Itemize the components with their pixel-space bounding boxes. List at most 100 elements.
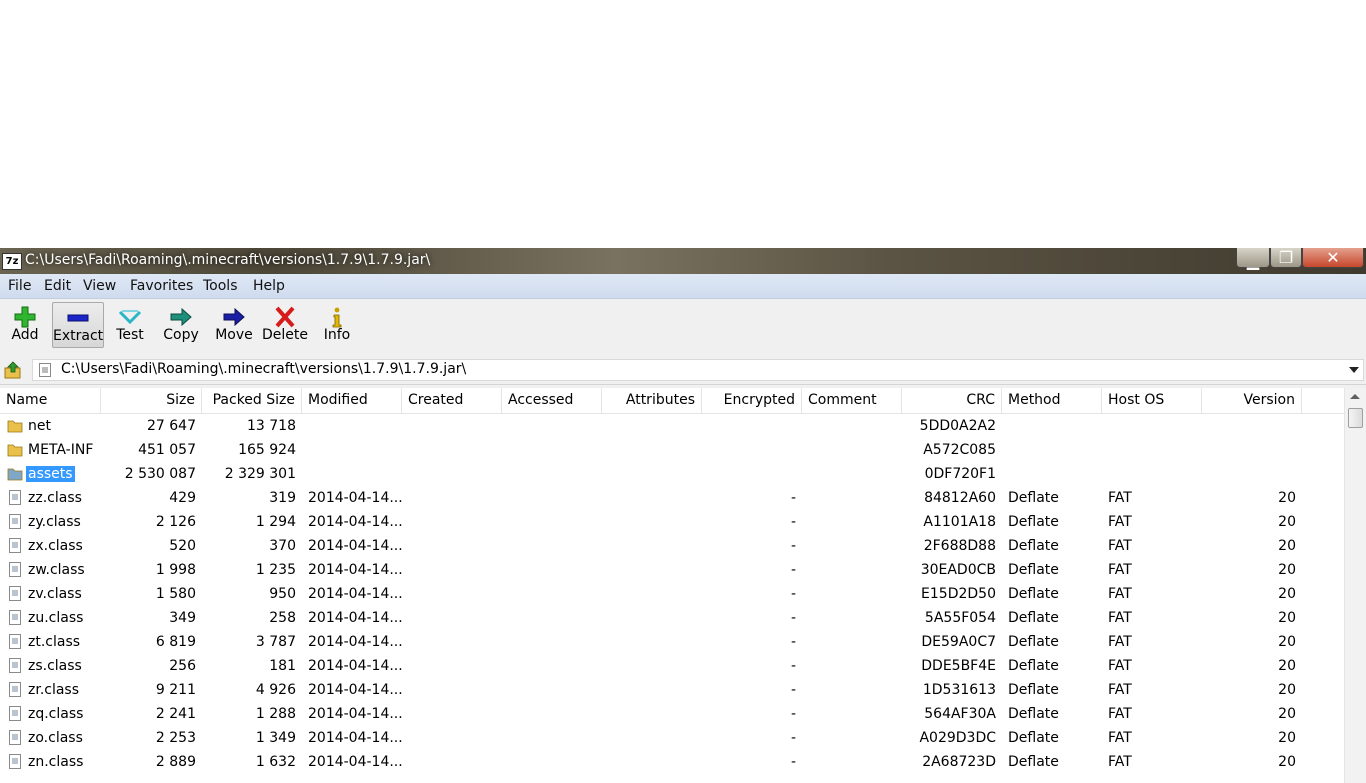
table-row[interactable]: zv.class 1 580 950 2014-04-14... - E15D2D50 De…	[0, 582, 1344, 606]
col-crc[interactable]: CRC	[902, 388, 1002, 413]
menu-help[interactable]: Help	[253, 278, 285, 294]
info-button[interactable]: Info	[320, 302, 354, 348]
cell-packed: 1 349	[255, 730, 296, 746]
table-row[interactable]: META-INF 451 057 165 924 A572C085	[0, 438, 1344, 462]
minimize-button[interactable]: ▁	[1236, 248, 1270, 269]
cell-encrypted	[702, 438, 802, 462]
cell-method: Deflate	[1008, 658, 1059, 674]
copy-label: Copy	[163, 327, 199, 343]
table-row[interactable]: assets 2 530 087 2 329 301 0DF720F1	[0, 462, 1344, 486]
cell-crc: 1D531613	[922, 682, 996, 698]
cell-modified: 2014-04-14...	[308, 538, 402, 554]
plus-icon	[14, 306, 36, 328]
table-row[interactable]: zq.class 2 241 1 288 2014-04-14... - 564AF30A…	[0, 702, 1344, 726]
extract-button[interactable]: Extract	[52, 302, 104, 348]
cell-name: zs.class	[28, 658, 82, 674]
col-created[interactable]: Created	[402, 388, 502, 413]
table-row[interactable]: net 27 647 13 718 5DD0A2A2	[0, 414, 1344, 438]
table-row[interactable]: zo.class 2 253 1 349 2014-04-14... - A029D3DC…	[0, 726, 1344, 750]
cell-encrypted: -	[790, 514, 796, 530]
table-row[interactable]: zy.class 2 126 1 294 2014-04-14... - A1101A18…	[0, 510, 1344, 534]
cell-packed: 3 787	[255, 634, 296, 650]
chevron-down-icon[interactable]	[1349, 367, 1359, 373]
folder-up-icon[interactable]	[4, 361, 22, 379]
menu-view[interactable]: View	[83, 278, 116, 294]
table-row[interactable]: zw.class 1 998 1 235 2014-04-14... - 30EAD0CB…	[0, 558, 1344, 582]
cell-version	[1202, 462, 1302, 486]
cell-host: FAT	[1108, 562, 1132, 578]
vertical-scrollbar[interactable]	[1344, 388, 1366, 783]
toolbar: Add Extract Test Copy Move Delete Info	[0, 299, 1366, 353]
cell-packed: 950	[269, 586, 296, 602]
cell-host: FAT	[1108, 610, 1132, 626]
cell-method	[1002, 414, 1102, 438]
table-row[interactable]: zs.class 256 181 2014-04-14... - DDE5BF4E Defl…	[0, 654, 1344, 678]
cell-modified: 2014-04-14...	[308, 586, 402, 602]
col-comment[interactable]: Comment	[802, 388, 902, 413]
copy-button[interactable]: Copy	[160, 302, 202, 348]
cell-host	[1102, 438, 1202, 462]
col-attributes[interactable]: Attributes	[602, 388, 702, 413]
cell-modified: 2014-04-14...	[308, 634, 402, 650]
cell-method: Deflate	[1008, 730, 1059, 746]
table-row[interactable]: zz.class 429 319 2014-04-14... - 84812A60 Defl…	[0, 486, 1344, 510]
scroll-up-icon[interactable]	[1350, 394, 1360, 399]
col-size[interactable]: Size	[101, 388, 202, 413]
cell-host: FAT	[1108, 538, 1132, 554]
cell-host	[1102, 414, 1202, 438]
cell-packed: 181	[269, 658, 296, 674]
menu-favorites[interactable]: Favorites	[130, 278, 193, 294]
delete-button[interactable]: Delete	[262, 302, 308, 348]
cell-name: zv.class	[28, 586, 82, 602]
title-bar[interactable]: 7z C:\Users\Fadi\Roaming\.minecraft\vers…	[0, 248, 1366, 274]
table-row[interactable]: zx.class 520 370 2014-04-14... - 2F688D88 Defl…	[0, 534, 1344, 558]
cell-version: 20	[1278, 658, 1296, 674]
cell-name: zo.class	[28, 730, 83, 746]
menu-file[interactable]: File	[8, 278, 31, 294]
cell-host: FAT	[1108, 754, 1132, 770]
col-accessed[interactable]: Accessed	[502, 388, 602, 413]
move-arrow-icon	[223, 307, 245, 327]
menu-edit[interactable]: Edit	[44, 278, 71, 294]
restore-button[interactable]: ❐	[1270, 248, 1302, 268]
scroll-thumb[interactable]	[1348, 408, 1363, 428]
table-row[interactable]: zn.class 2 889 1 632 2014-04-14... - 2A68723D…	[0, 750, 1344, 774]
x-icon	[275, 306, 295, 328]
cell-name: zr.class	[28, 682, 80, 698]
test-button[interactable]: Test	[110, 302, 150, 348]
move-button[interactable]: Move	[212, 302, 256, 348]
col-host-os[interactable]: Host OS	[1102, 388, 1202, 413]
table-row[interactable]: zu.class 349 258 2014-04-14... - 5A55F054 Defl…	[0, 606, 1344, 630]
cell-method: Deflate	[1008, 682, 1059, 698]
cell-modified: 2014-04-14...	[308, 658, 402, 674]
cell-version: 20	[1278, 610, 1296, 626]
archive-file-icon	[39, 363, 51, 377]
col-version[interactable]: Version	[1202, 388, 1302, 413]
path-combobox[interactable]: C:\Users\Fadi\Roaming\.minecraft\version…	[32, 359, 1364, 381]
table-row[interactable]: zt.class 6 819 3 787 2014-04-14... - DE59A0C7…	[0, 630, 1344, 654]
cell-host: FAT	[1108, 658, 1132, 674]
cell-method: Deflate	[1008, 538, 1059, 554]
test-label: Test	[116, 327, 144, 343]
col-modified[interactable]: Modified	[302, 388, 402, 413]
selected-name: assets	[26, 466, 75, 482]
move-label: Move	[215, 327, 253, 343]
cell-crc: A572C085	[923, 442, 996, 458]
cell-crc: 0DF720F1	[924, 466, 996, 482]
col-packed-size[interactable]: Packed Size	[202, 388, 302, 413]
cell-packed: 2 329 301	[224, 466, 296, 482]
col-encrypted[interactable]: Encrypted	[702, 388, 802, 413]
cell-version: 20	[1278, 682, 1296, 698]
col-name[interactable]: Name	[0, 388, 101, 413]
cell-size: 2 126	[155, 514, 196, 530]
add-button[interactable]: Add	[4, 302, 46, 348]
table-row[interactable]: zr.class 9 211 4 926 2014-04-14... - 1D531613…	[0, 678, 1344, 702]
cell-packed: 370	[269, 538, 296, 554]
menu-tools[interactable]: Tools	[203, 278, 238, 294]
cell-crc: DDE5BF4E	[921, 658, 996, 674]
col-method[interactable]: Method	[1002, 388, 1102, 413]
close-button[interactable]: ✕	[1302, 248, 1364, 268]
cell-encrypted: -	[790, 610, 796, 626]
cell-packed: 1 235	[255, 562, 296, 578]
minus-icon	[67, 314, 89, 322]
